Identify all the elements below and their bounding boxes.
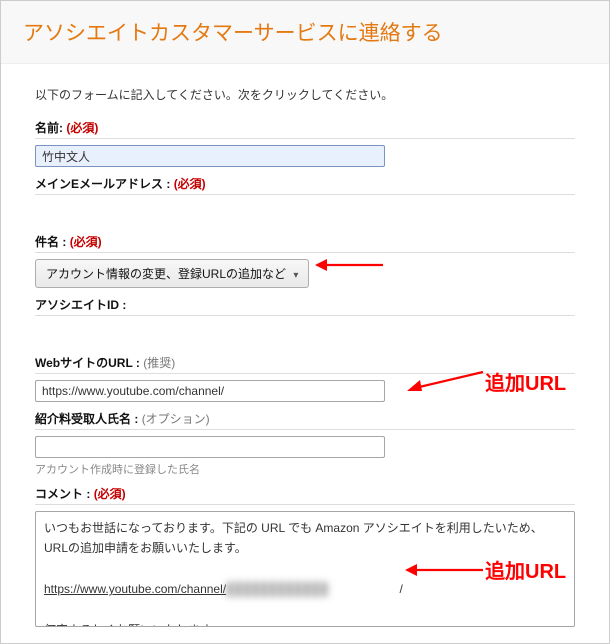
- name-required: (必須): [66, 121, 98, 135]
- comment-url-blur: ████████████: [226, 579, 396, 599]
- comment-textarea[interactable]: いつもお世話になっております。下記の URL でも Amazon アソシエイトを…: [35, 511, 575, 627]
- website-url-input[interactable]: [35, 380, 385, 402]
- field-name: 名前: (必須): [35, 119, 575, 167]
- page-header: アソシエイトカスタマーサービスに連絡する: [1, 1, 609, 64]
- name-input[interactable]: [35, 145, 385, 167]
- website-opt: (推奨): [143, 356, 175, 370]
- field-associate-id: アソシエイトID :: [35, 296, 575, 346]
- email-required: (必須): [174, 177, 206, 191]
- comment-required: (必須): [94, 487, 126, 501]
- payee-label: 紹介料受取人氏名 :: [35, 412, 138, 426]
- intro-text: 以下のフォームに記入してください。次をクリックしてください。: [35, 86, 575, 103]
- field-payee: 紹介料受取人氏名 : (オプション) アカウント作成時に登録した氏名: [35, 410, 575, 477]
- comment-url-prefix: https://www.youtube.com/channel/: [44, 582, 226, 596]
- comment-line1: いつもお世話になっております。下記の URL でも Amazon アソシエイトを…: [44, 521, 543, 555]
- subject-selected: アカウント情報の変更、登録URLの追加など: [46, 267, 286, 281]
- chevron-down-icon: ▾: [293, 270, 298, 281]
- payee-hint: アカウント作成時に登録した氏名: [35, 461, 575, 477]
- annotation-arrow-subject: [315, 255, 385, 275]
- subject-required: (必須): [70, 235, 102, 249]
- field-email: メインEメールアドレス : (必須): [35, 175, 575, 225]
- field-subject: 件名 : (必須) アカウント情報の変更、登録URLの追加など ▾: [35, 233, 575, 288]
- associate-id-input[interactable]: [35, 322, 185, 346]
- email-label: メインEメールアドレス :: [35, 177, 170, 191]
- page-title: アソシエイトカスタマーサービスに連絡する: [23, 17, 587, 47]
- payee-input[interactable]: [35, 436, 385, 458]
- email-input[interactable]: [35, 201, 385, 225]
- associate-id-label: アソシエイトID :: [35, 298, 126, 312]
- comment-line3: 何卒よろしくお願いいたします。: [44, 623, 223, 627]
- name-label: 名前:: [35, 121, 63, 135]
- comment-label: コメント :: [35, 487, 90, 501]
- website-label: WebサイトのURL :: [35, 356, 140, 370]
- field-comment: コメント : (必須) いつもお世話になっております。下記の URL でも Am…: [35, 485, 575, 627]
- field-website-url: WebサイトのURL : (推奨) 追加URL: [35, 354, 575, 402]
- payee-opt: (オプション): [142, 412, 210, 426]
- subject-label: 件名 :: [35, 235, 66, 249]
- comment-url-suffix: /: [396, 582, 403, 596]
- subject-select[interactable]: アカウント情報の変更、登録URLの追加など ▾: [35, 259, 309, 288]
